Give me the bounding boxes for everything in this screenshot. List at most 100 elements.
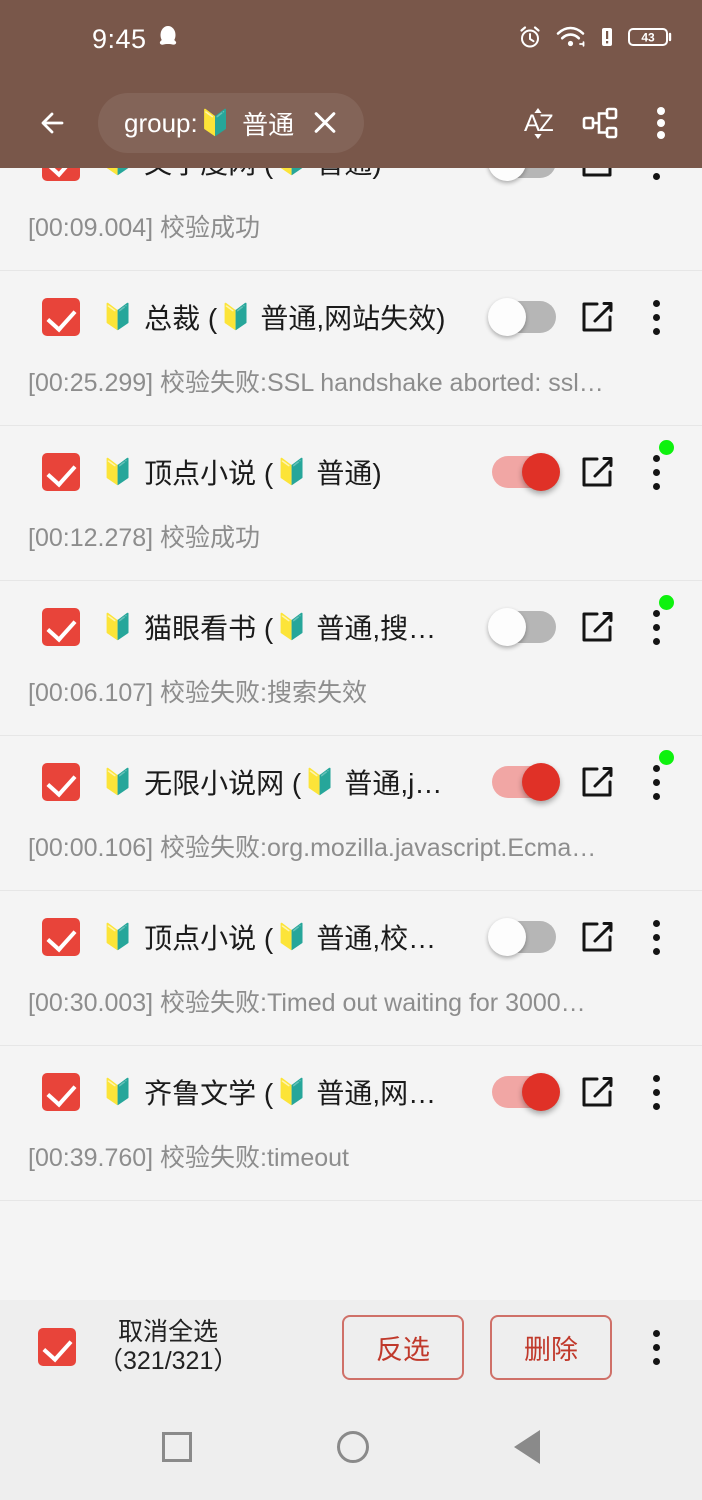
item-overflow-menu-icon[interactable] (628, 441, 684, 503)
enable-toggle[interactable] (488, 918, 560, 956)
item-title-tags: 普通,搜… (316, 613, 437, 644)
list-item[interactable]: 🔰 顶点小说 (🔰 普通) [00:12.278] 校验成功 (0, 426, 702, 581)
alarm-icon (517, 24, 543, 55)
beginner-badge-icon: 🔰 (304, 767, 336, 796)
edit-icon[interactable] (566, 1061, 628, 1123)
item-title-tags: 普通,j… (344, 768, 443, 799)
status-dot (659, 750, 674, 765)
enable-toggle[interactable] (488, 298, 560, 336)
edit-icon[interactable] (566, 751, 628, 813)
edit-icon[interactable] (566, 906, 628, 968)
invert-selection-button[interactable]: 反选 (342, 1314, 464, 1380)
list-item-main: 🔰 总裁 (🔰 普通,网站失效) (0, 271, 702, 363)
back-arrow-icon[interactable] (32, 101, 76, 145)
list-item[interactable]: 🔰文字度网 (🔰普通) [00:09.004] 校验成功 (0, 168, 702, 271)
item-title-name: 齐鲁文学 ( (144, 1078, 274, 1109)
beginner-badge-icon: 🔰 (276, 922, 308, 951)
list-item-main: 🔰 无限小说网 (🔰 普通,j… (0, 736, 702, 828)
enable-toggle[interactable] (488, 608, 560, 646)
beginner-badge-icon: 🔰 (199, 108, 231, 137)
beginner-badge-icon: 🔰 (102, 922, 134, 951)
list-item[interactable]: 🔰 齐鲁文学 (🔰 普通,网… [00:39.760] 校验失败:timeout (0, 1046, 702, 1201)
item-status-text: [00:12.278] 校验成功 (28, 524, 261, 552)
toggle-thumb (488, 918, 526, 956)
select-all-label-block[interactable]: 取消全选 （321/321） (98, 1318, 238, 1376)
status-bar-left: 9:45 (92, 24, 179, 55)
delete-button[interactable]: 删除 (490, 1314, 612, 1380)
square-recents-icon[interactable] (162, 1432, 193, 1462)
item-status-text: [00:39.760] 校验失败:timeout (28, 1144, 349, 1172)
item-checkbox[interactable] (42, 298, 80, 336)
item-title: 🔰 齐鲁文学 (🔰 普通,网… (102, 1072, 484, 1112)
select-all-count: （321/321） (98, 1347, 239, 1375)
item-title: 🔰 顶点小说 (🔰 普通,校… (102, 917, 484, 957)
item-title-tags: 普通) (316, 458, 382, 489)
enable-toggle[interactable] (488, 763, 560, 801)
beginner-badge-icon: 🔰 (102, 457, 134, 486)
system-nav-bar (0, 1394, 702, 1500)
selection-action-bar: 取消全选 （321/321） 反选 删除 (0, 1300, 702, 1394)
item-title-name: 顶点小说 ( (144, 923, 274, 954)
item-overflow-menu-icon[interactable] (628, 168, 684, 193)
overflow-menu-icon[interactable] (628, 1316, 684, 1378)
edit-icon[interactable] (566, 286, 628, 348)
item-overflow-menu-icon[interactable] (628, 286, 684, 348)
item-title-name: 文字度网 ( (144, 168, 273, 182)
item-title: 🔰 无限小说网 (🔰 普通,j… (102, 762, 484, 802)
enable-toggle[interactable] (488, 1073, 560, 1111)
item-title-name: 无限小说网 ( (144, 768, 302, 799)
search-filter-chip[interactable]: group: 🔰 普通 (98, 93, 365, 153)
edit-icon[interactable] (566, 168, 628, 193)
list-item[interactable]: 🔰 总裁 (🔰 普通,网站失效) [00:25.299] 校验失败:SSL hands… (0, 271, 702, 426)
item-overflow-menu-icon[interactable] (628, 751, 684, 813)
item-checkbox[interactable] (42, 1073, 80, 1111)
beginner-badge-icon: 🔰 (102, 1077, 134, 1106)
search-chip-value: 普通 (242, 109, 295, 140)
item-checkbox[interactable] (42, 168, 80, 181)
edit-icon[interactable] (566, 596, 628, 658)
triangle-back-icon[interactable] (513, 1430, 540, 1464)
item-checkbox[interactable] (42, 608, 80, 646)
toggle-thumb (488, 608, 526, 646)
select-all-checkbox[interactable] (38, 1328, 76, 1366)
item-checkbox[interactable] (42, 763, 80, 801)
list-item[interactable]: 🔰 顶点小说 (🔰 普通,校… [00:30.003] 校验失败:Timed out … (0, 891, 702, 1046)
list-item[interactable]: 🔰 无限小说网 (🔰 普通,j… [00:00.106] 校验失败:org.mozil… (0, 736, 702, 891)
item-overflow-menu-icon[interactable] (628, 1061, 684, 1123)
app-toolbar: group: 🔰 普通 A Z (0, 78, 702, 168)
enable-toggle[interactable] (488, 168, 560, 181)
item-status-text: [00:00.106] 校验失败:org.mozilla.javascript.… (28, 834, 597, 862)
svg-text:43: 43 (641, 30, 655, 44)
item-overflow-menu-icon[interactable] (628, 906, 684, 968)
item-title-tags: 普通) (316, 168, 381, 182)
close-icon[interactable] (308, 106, 342, 140)
item-status-text: [00:30.003] 校验失败:Timed out waiting for 3… (28, 989, 586, 1017)
status-dot (659, 595, 674, 610)
group-hierarchy-icon[interactable] (576, 99, 624, 147)
overflow-menu-icon[interactable] (638, 101, 684, 145)
source-list[interactable]: 🔰文字度网 (🔰普通)[00:09.004] 校验成功🔰总裁 (🔰普通,网站失效… (0, 168, 702, 1300)
item-overflow-menu-icon[interactable] (628, 596, 684, 658)
toggle-thumb (488, 168, 526, 181)
enable-toggle[interactable] (488, 453, 560, 491)
status-bar-right: 43 (517, 24, 674, 55)
edit-icon[interactable] (566, 441, 628, 503)
item-title-name: 总裁 ( (144, 303, 218, 334)
list-item-main: 🔰 猫眼看书 (🔰 普通,搜… (0, 581, 702, 673)
item-title: 🔰 猫眼看书 (🔰 普通,搜… (102, 607, 484, 647)
sort-az-icon[interactable]: A Z (514, 99, 562, 147)
beginner-badge-icon: 🔰 (220, 302, 252, 331)
status-dot (659, 440, 674, 455)
list-item[interactable]: 🔰 猫眼看书 (🔰 普通,搜… [00:06.107] 校验失败:搜索失效 (0, 581, 702, 736)
item-checkbox[interactable] (42, 453, 80, 491)
list-item-main: 🔰 顶点小说 (🔰 普通,校… (0, 891, 702, 983)
battery-icon: 43 (628, 25, 674, 54)
toggle-thumb (488, 298, 526, 336)
item-status-text: [00:09.004] 校验成功 (28, 214, 261, 242)
item-status-text: [00:25.299] 校验失败:SSL handshake aborted: … (28, 369, 604, 397)
circle-home-icon[interactable] (336, 1431, 369, 1463)
item-title: 🔰文字度网 (🔰普通) (102, 168, 484, 182)
item-title: 🔰 总裁 (🔰 普通,网站失效) (102, 297, 484, 337)
item-checkbox[interactable] (42, 918, 80, 956)
toggle-thumb (522, 763, 560, 801)
